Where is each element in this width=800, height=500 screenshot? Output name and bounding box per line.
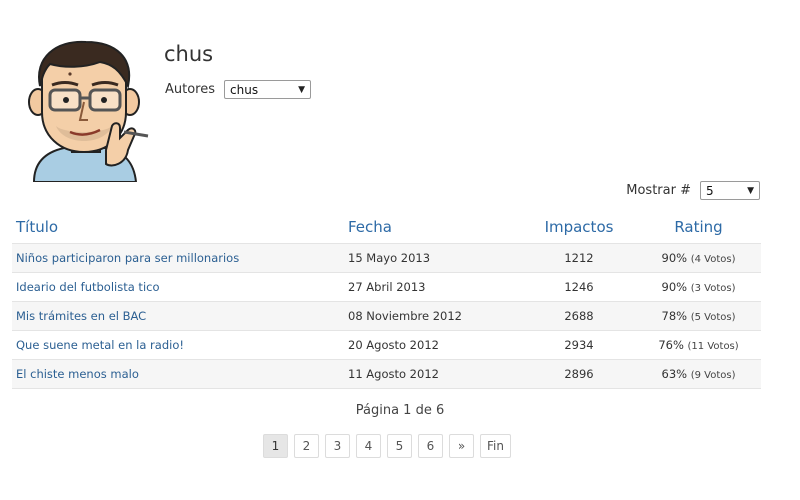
- cell-impacts: 1246: [522, 272, 636, 302]
- per-page-filter: Mostrar # 5 ▼: [626, 181, 760, 200]
- cell-title: Niños participaron para ser millonarios: [12, 243, 344, 273]
- cell-date: 15 Mayo 2013: [344, 243, 522, 273]
- page-button-4[interactable]: 4: [356, 434, 381, 458]
- cell-title: El chiste menos malo: [12, 359, 344, 389]
- cell-impacts: 1212: [522, 243, 636, 273]
- per-page-select[interactable]: 5 ▼: [700, 181, 760, 200]
- rating-votes: (11 Votos): [687, 340, 739, 352]
- cell-impacts: 2934: [522, 330, 636, 360]
- cell-rating: 78% (5 Votos): [636, 301, 761, 331]
- cell-rating: 76% (11 Votos): [636, 330, 761, 360]
- rating-percent: 76%: [658, 337, 684, 352]
- cell-rating: 63% (9 Votos): [636, 359, 761, 389]
- cell-date: 08 Noviembre 2012: [344, 301, 522, 331]
- table-row: Que suene metal en la radio! 20 Agosto 2…: [12, 330, 761, 360]
- page-button-5[interactable]: 5: [387, 434, 412, 458]
- rating-votes: (3 Votos): [690, 282, 736, 294]
- authors-label: Autores: [165, 82, 216, 97]
- page-button-3[interactable]: 3: [325, 434, 350, 458]
- rating-percent: 78%: [661, 308, 688, 323]
- table-row: Mis trámites en el BAC 08 Noviembre 2012…: [12, 301, 761, 331]
- pagination: 1 2 3 4 5 6 » Fin: [263, 434, 517, 458]
- column-header-title[interactable]: Título: [12, 211, 344, 244]
- cell-rating: 90% (4 Votos): [636, 243, 761, 273]
- page-button-1[interactable]: 1: [263, 434, 288, 458]
- rating-percent: 63%: [661, 366, 688, 381]
- page-button-6[interactable]: 6: [418, 434, 443, 458]
- last-page-button[interactable]: Fin: [480, 434, 511, 458]
- next-page-button[interactable]: »: [449, 434, 474, 458]
- cell-impacts: 2896: [522, 359, 636, 389]
- authors-select[interactable]: chus ▼: [224, 80, 312, 99]
- column-header-date[interactable]: Fecha: [344, 211, 522, 244]
- rating-votes: (5 Votos): [690, 311, 736, 323]
- post-link[interactable]: Mis trámites en el BAC: [16, 309, 146, 323]
- table-row: Ideario del futbolista tico 27 Abril 201…: [12, 272, 761, 302]
- authors-filter: Autores chus ▼: [165, 80, 312, 99]
- rating-votes: (9 Votos): [690, 369, 736, 381]
- rating-percent: 90%: [661, 250, 688, 265]
- per-page-label: Mostrar #: [626, 183, 691, 198]
- cell-title: Mis trámites en el BAC: [12, 301, 344, 331]
- table-header-row: Título Fecha Impactos Rating: [12, 211, 761, 244]
- page-button-2[interactable]: 2: [294, 434, 319, 458]
- column-header-rating[interactable]: Rating: [636, 211, 761, 244]
- cell-date: 27 Abril 2013: [344, 272, 522, 302]
- author-avatar: [28, 40, 149, 182]
- rating-percent: 90%: [661, 279, 688, 294]
- page-info: Página 1 de 6: [355, 403, 445, 418]
- cell-impacts: 2688: [522, 301, 636, 331]
- table-row: El chiste menos malo 11 Agosto 2012 2896…: [12, 359, 761, 389]
- post-link[interactable]: Que suene metal en la radio!: [16, 338, 184, 352]
- table-row: Niños participaron para ser millonarios …: [12, 243, 761, 273]
- cell-title: Que suene metal en la radio!: [12, 330, 344, 360]
- authors-select-value: chus: [230, 82, 259, 97]
- author-name: chus: [164, 42, 214, 66]
- per-page-select-value: 5: [706, 183, 714, 198]
- chevron-down-icon: ▼: [298, 84, 306, 95]
- cell-date: 11 Agosto 2012: [344, 359, 522, 389]
- posts-table: Título Fecha Impactos Rating Niños parti…: [12, 211, 761, 389]
- post-link[interactable]: Ideario del futbolista tico: [16, 280, 160, 294]
- post-link[interactable]: El chiste menos malo: [16, 367, 139, 381]
- cell-title: Ideario del futbolista tico: [12, 272, 344, 302]
- post-link[interactable]: Niños participaron para ser millonarios: [16, 251, 239, 265]
- chevron-down-icon: ▼: [747, 185, 754, 196]
- column-header-impacts[interactable]: Impactos: [522, 211, 636, 244]
- rating-votes: (4 Votos): [690, 253, 736, 265]
- cell-rating: 90% (3 Votos): [636, 272, 761, 302]
- cell-date: 20 Agosto 2012: [344, 330, 522, 360]
